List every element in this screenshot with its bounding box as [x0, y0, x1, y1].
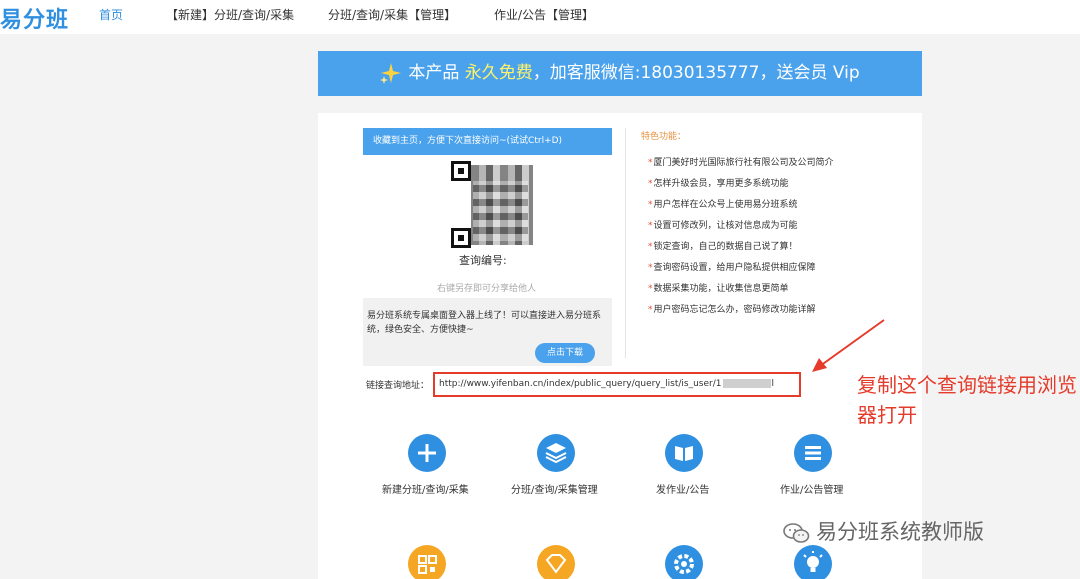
- annotation-text: 复制这个查询链接用浏览器打开: [857, 373, 1077, 427]
- bullet-icon: *: [648, 200, 653, 210]
- bullet-icon: *: [648, 179, 653, 189]
- feature-label: 用户怎样在公众号上使用易分班系统: [653, 200, 798, 210]
- nav-homework-manage[interactable]: 作业/公告【管理】: [494, 6, 594, 23]
- logo[interactable]: 易分班: [0, 2, 69, 34]
- lightbulb-icon[interactable]: [794, 545, 832, 579]
- bullet-icon: *: [648, 284, 653, 294]
- tile-homework-manage[interactable]: 作业/公告管理: [780, 481, 843, 496]
- feature-label: 数据采集功能，让收集信息更简单: [653, 284, 789, 294]
- feature-link[interactable]: *用户密码忘记怎么办，密码修改功能详解: [648, 302, 816, 315]
- query-link-text: http://www.yifenban.cn/index/public_quer…: [439, 379, 722, 389]
- feature-label: 锁定查询，自己的数据自己说了算！: [653, 242, 798, 252]
- plus-icon[interactable]: [408, 434, 446, 472]
- bullet-icon: *: [648, 263, 653, 273]
- top-nav: 易分班 首页 【新建】分班/查询/采集 分班/查询/采集【管理】 作业/公告【管…: [0, 0, 1080, 34]
- layers-icon[interactable]: [537, 434, 575, 472]
- banner-prefix: 本产品: [408, 63, 465, 83]
- features-title: 特色功能：: [641, 132, 687, 142]
- qr-finder: [451, 228, 471, 248]
- feature-label: 怎样升级会员，享用更多系统功能: [653, 179, 789, 189]
- tile-new[interactable]: 新建分班/查询/采集: [382, 481, 469, 496]
- divider: [625, 128, 626, 358]
- nav-manage[interactable]: 分班/查询/采集【管理】: [328, 6, 456, 23]
- feature-link[interactable]: *用户怎样在公众号上使用易分班系统: [648, 197, 798, 210]
- nav-home[interactable]: 首页: [99, 6, 123, 23]
- feature-link[interactable]: *怎样升级会员，享用更多系统功能: [648, 176, 789, 189]
- qr-grid-icon[interactable]: [408, 545, 446, 579]
- watermark-text: 易分班系统教师版: [816, 520, 984, 544]
- query-link-tail: l: [771, 379, 774, 389]
- query-number-label: 查询编号:: [459, 254, 507, 267]
- gear-icon[interactable]: [665, 545, 703, 579]
- bullet-icon: *: [648, 221, 653, 231]
- feature-link[interactable]: *查询密码设置，给用户隐私提供相应保障: [648, 260, 816, 273]
- diamond-icon[interactable]: [537, 545, 575, 579]
- bullet-icon: *: [648, 242, 653, 252]
- banner-highlight: 永久免费: [464, 63, 533, 83]
- qr-finder: [451, 161, 471, 181]
- bullet-icon: *: [648, 158, 653, 168]
- bookmark-hint[interactable]: 收藏到主页，方便下次直接访问~(试试Ctrl+D): [363, 128, 612, 155]
- tile-homework[interactable]: 发作业/公告: [656, 481, 709, 496]
- banner-suffix: ，加客服微信:18030135777，送会员 Vip: [532, 63, 860, 83]
- download-button[interactable]: 点击下载: [535, 343, 595, 363]
- qr-code[interactable]: [451, 161, 538, 248]
- feature-link[interactable]: *厦门美好时光国际旅行社有限公司及公司简介: [648, 155, 834, 168]
- tile-manage[interactable]: 分班/查询/采集管理: [511, 481, 598, 496]
- feature-link[interactable]: *锁定查询，自己的数据自己说了算！: [648, 239, 798, 252]
- query-link-field[interactable]: http://www.yifenban.cn/index/public_quer…: [433, 372, 801, 397]
- feature-label: 查询密码设置，给用户隐私提供相应保障: [653, 263, 816, 273]
- qr-pixels-overlay: [473, 181, 528, 241]
- sparkle-icon: [380, 63, 402, 84]
- share-hint: 右键另存即可分享给他人: [437, 284, 537, 294]
- wechat-icon: [783, 523, 810, 543]
- bullet-icon: *: [648, 305, 653, 315]
- promo-banner: 本产品 永久免费，加客服微信:18030135777，送会员 Vip: [318, 51, 922, 96]
- desktop-login-text: 易分班系统专属桌面登入器上线了！可以直接进入易分班系统，绿色安全、方便快捷~: [367, 311, 602, 335]
- annotation-arrow-icon: [812, 319, 885, 372]
- watermark: 易分班系统教师版: [782, 516, 984, 546]
- link-label: 链接查询地址：: [366, 381, 430, 391]
- feature-link[interactable]: *设置可修改列，让核对信息成为可能: [648, 218, 798, 231]
- feature-label: 设置可修改列，让核对信息成为可能: [653, 221, 798, 231]
- redacted-mask: [723, 379, 772, 388]
- feature-label: 用户密码忘记怎么办，密码修改功能详解: [653, 305, 816, 315]
- menu-icon[interactable]: [794, 434, 832, 472]
- nav-new[interactable]: 【新建】分班/查询/采集: [166, 6, 294, 23]
- feature-label: 厦门美好时光国际旅行社有限公司及公司简介: [653, 158, 834, 168]
- book-icon[interactable]: [665, 434, 703, 472]
- feature-link[interactable]: *数据采集功能，让收集信息更简单: [648, 281, 789, 294]
